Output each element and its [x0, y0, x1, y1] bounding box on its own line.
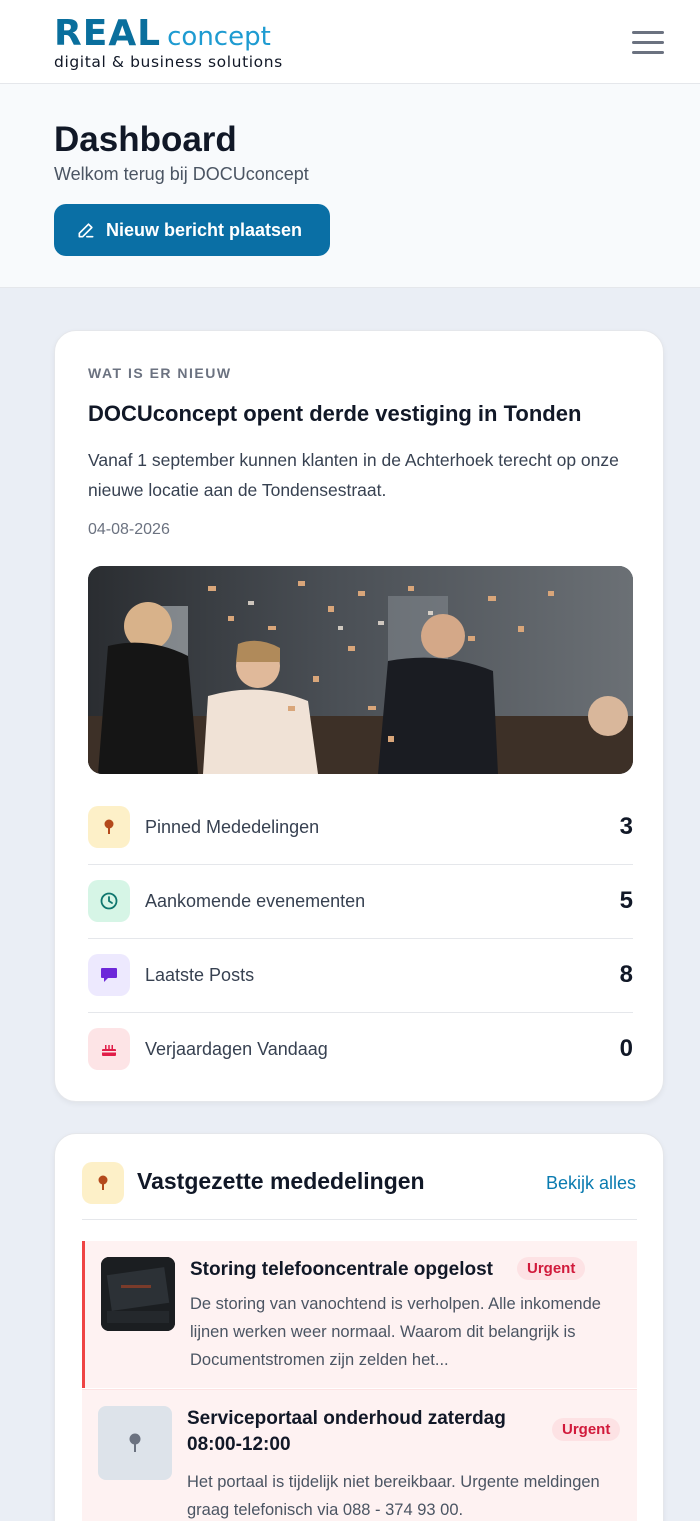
- page-subtitle: Welkom terug bij DOCUconcept: [54, 164, 309, 184]
- dashboard-header: Dashboard Welkom terug bij DOCUconcept N…: [0, 84, 700, 288]
- pinned-section-title: Vastgezette mededelingen: [137, 1168, 425, 1194]
- news-body: Vanaf 1 september kunnen klanten in de A…: [88, 450, 619, 500]
- pinned-item[interactable]: Storing telefooncentrale opgelost Urgent…: [82, 1241, 637, 1388]
- whats-new-card: WAT IS ER NIEUW DOCUconcept opent derde …: [54, 330, 664, 1102]
- stat-value: 5: [619, 887, 633, 914]
- stat-label: Pinned Mededelingen: [145, 817, 320, 837]
- news-date: 04-08-2026: [88, 521, 170, 538]
- stat-row-posts[interactable]: Laatste Posts 8: [88, 939, 633, 1013]
- stat-label: Laatste Posts: [145, 965, 255, 985]
- pinned-item-text: De storing van vanochtend is verholpen. …: [190, 1295, 601, 1369]
- celebration-confetti-photo[interactable]: [88, 566, 633, 774]
- pin-icon: [98, 1406, 172, 1480]
- hamburger-menu-icon[interactable]: [628, 28, 668, 58]
- stat-row-pinned[interactable]: Pinned Mededelingen 3: [88, 791, 633, 865]
- stat-value: 0: [619, 1035, 633, 1062]
- pin-icon: [88, 806, 130, 848]
- urgent-badge: Urgent: [517, 1257, 586, 1280]
- stat-value: 8: [619, 961, 633, 988]
- logo-tagline: digital & business solutions: [54, 53, 283, 71]
- stat-row-birthdays[interactable]: Verjaardagen Vandaag 0: [88, 1013, 633, 1087]
- chat-bubble-icon: [88, 954, 130, 996]
- new-post-button[interactable]: Nieuw bericht plaatsen: [54, 204, 330, 256]
- urgent-badge: Urgent: [552, 1418, 621, 1441]
- divider: [82, 1219, 637, 1220]
- cake-icon: [88, 1028, 130, 1070]
- new-post-label: Nieuw bericht plaatsen: [106, 219, 303, 240]
- news-title[interactable]: DOCUconcept opent derde vestiging in Ton…: [88, 401, 581, 427]
- stat-label: Aankomende evenementen: [145, 891, 366, 911]
- stat-label: Verjaardagen Vandaag: [145, 1039, 328, 1059]
- pin-icon: [82, 1162, 124, 1204]
- pencil-icon: [78, 223, 94, 238]
- stat-row-events[interactable]: Aankomende evenementen 5: [88, 865, 633, 939]
- pinned-item[interactable]: Serviceportaal onderhoud zaterdag 08:00-…: [82, 1389, 637, 1521]
- stats-list: Pinned Mededelingen 3 Aankomende eveneme…: [88, 791, 633, 1087]
- company-logo[interactable]: REAL concept digital & business solution…: [54, 13, 283, 71]
- pinned-item-title: Storing telefooncentrale opgelost: [190, 1259, 493, 1280]
- pinned-announcements-card: Vastgezette mededelingen Bekijk alles St…: [54, 1133, 664, 1521]
- pinned-item-text: Het portaal is tijdelijk niet bereikbaar…: [187, 1473, 600, 1519]
- pinned-item-thumbnail: [101, 1257, 175, 1331]
- pinned-item-title: Serviceportaal onderhoud zaterdag 08:00-…: [187, 1408, 506, 1455]
- logo-concept-text: concept: [167, 22, 271, 52]
- clock-icon: [88, 880, 130, 922]
- view-all-link[interactable]: Bekijk alles: [546, 1173, 636, 1194]
- section-eyebrow: WAT IS ER NIEUW: [88, 365, 232, 381]
- top-bar: REAL concept digital & business solution…: [0, 0, 700, 84]
- stat-value: 3: [619, 813, 633, 840]
- logo-real-text: REAL: [54, 13, 162, 54]
- page-title: Dashboard: [54, 120, 237, 159]
